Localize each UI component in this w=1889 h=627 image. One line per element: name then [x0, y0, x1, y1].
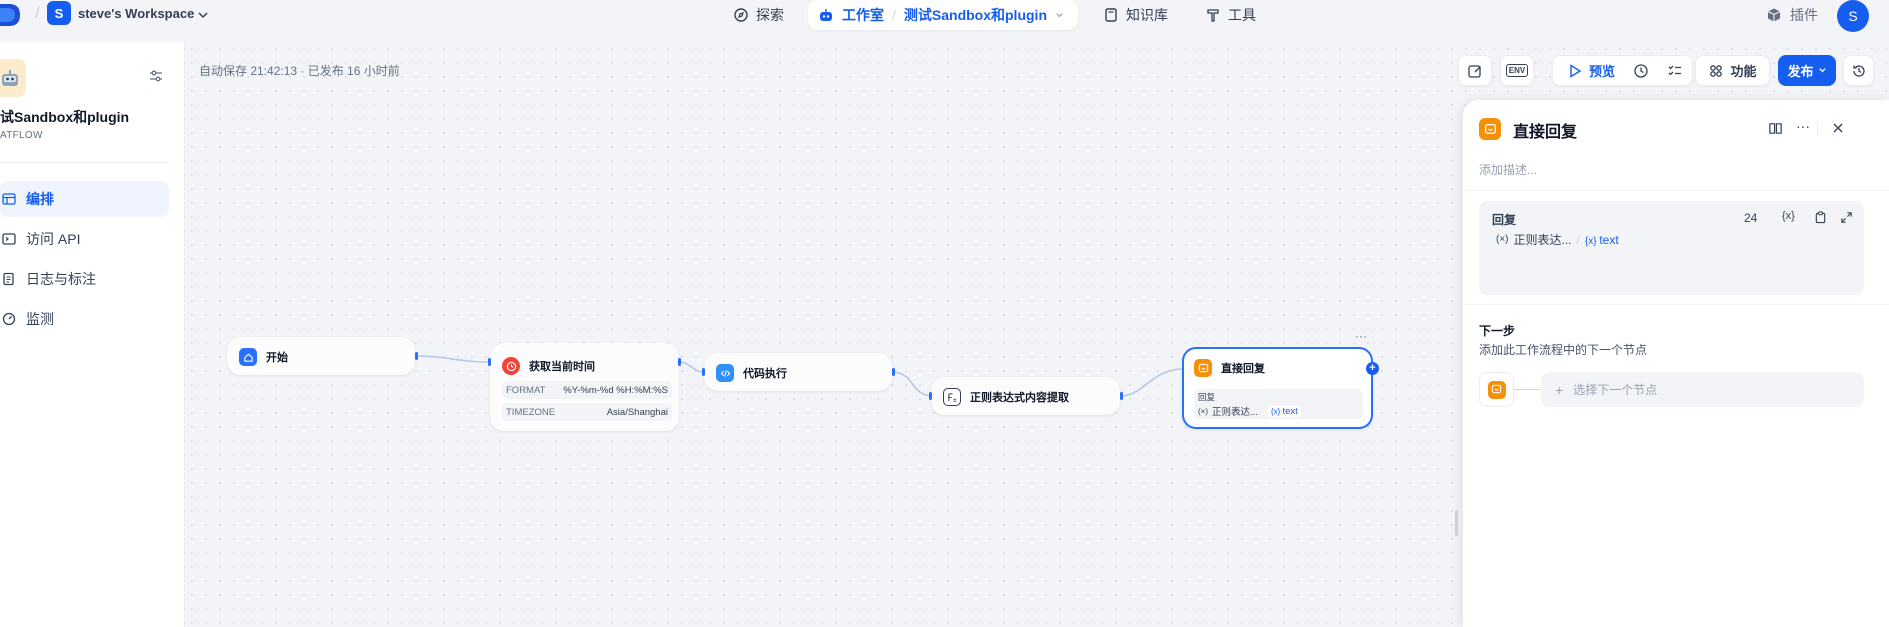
node-header: 开始 — [239, 348, 288, 366]
panel-title[interactable]: 直接回复 — [1513, 118, 1577, 142]
node-input-handle[interactable] — [702, 368, 705, 376]
next-step-title: 下一步 — [1479, 324, 1516, 338]
node-title: 代码执行 — [743, 368, 787, 380]
expand-icon[interactable] — [1840, 211, 1853, 224]
select-next-node-button[interactable]: + 选择下一个节点 — [1541, 372, 1864, 407]
node-header: 获取当前时间 — [502, 357, 595, 375]
edge-start-time — [414, 355, 491, 363]
insert-variable-icon[interactable]: {x} — [1782, 210, 1795, 222]
edge-code-regex — [891, 371, 934, 397]
variable-icon: (×) — [1496, 234, 1509, 245]
variable-node: 正则表达... — [1212, 407, 1258, 418]
more-icon[interactable]: ··· — [1796, 118, 1810, 134]
node-more-icon[interactable]: ··· — [1355, 329, 1367, 343]
close-icon[interactable] — [1831, 121, 1845, 135]
node-output-handle[interactable] — [892, 368, 895, 376]
node-regex-extract[interactable]: 正则表达式内容提取 — [931, 377, 1120, 415]
node-config-panel: 直接回复 ··· 添加描述... 回复 24 {x} (×) 正则表达... /… — [1462, 100, 1889, 627]
reply-variable-chip[interactable]: (×) 正则表达... / {x} text — [1496, 231, 1619, 248]
node-start[interactable]: 开始 — [227, 337, 415, 375]
reply-label: 回复 — [1198, 392, 1216, 402]
node-title: 正则表达式内容提取 — [970, 392, 1069, 404]
node-get-time[interactable]: 获取当前时间 FORMAT %Y-%m-%d %H:%M:%S TIMEZONE… — [490, 343, 679, 431]
separator: / — [1576, 232, 1580, 247]
variable-name: {x} text — [1267, 405, 1301, 417]
panel-resize-handle[interactable] — [1455, 510, 1458, 536]
node-code[interactable]: 代码执行 — [704, 353, 892, 391]
node-title: 获取当前时间 — [529, 361, 595, 373]
clipboard-icon[interactable] — [1814, 211, 1827, 224]
divider — [1817, 122, 1818, 136]
node-title: 直接回复 — [1221, 363, 1265, 375]
reply-label: 回复 — [1492, 213, 1517, 227]
divider — [1463, 190, 1889, 191]
node-output-handle[interactable] — [1120, 392, 1123, 400]
reply-editor[interactable]: 回复 24 {x} (×) 正则表达... / {x} text — [1479, 201, 1864, 295]
param-value: Asia/Shanghai — [606, 406, 668, 418]
message-reply-icon — [1194, 359, 1212, 377]
node-header: 代码执行 — [716, 364, 787, 382]
variable-name-text: text — [1282, 405, 1298, 417]
code-icon — [716, 364, 734, 382]
node-output-handle[interactable] — [415, 352, 418, 360]
message-reply-icon — [1479, 118, 1501, 140]
edge-regex-answer — [1119, 368, 1185, 397]
param-value: %Y-%m-%d %H:%M:%S — [563, 384, 668, 396]
regex-icon — [943, 388, 961, 406]
variable-node: 正则表达... — [1513, 233, 1572, 247]
node-header: 正则表达式内容提取 — [943, 388, 1069, 406]
connector-line — [1514, 389, 1541, 390]
param-key: TIMEZONE — [506, 406, 556, 418]
next-step-description: 添加此工作流程中的下一个节点 — [1479, 343, 1648, 357]
node-input-handle[interactable] — [929, 392, 932, 400]
add-next-node-icon[interactable]: + — [1366, 362, 1379, 375]
description-input[interactable]: 添加描述... — [1479, 161, 1537, 178]
message-reply-icon — [1487, 380, 1506, 399]
divider — [1463, 304, 1889, 305]
variable-icon: (×) — [1198, 406, 1208, 416]
current-node-badge — [1479, 372, 1514, 407]
variable-name: {x} text — [1584, 232, 1619, 247]
node-input-handle[interactable] — [488, 358, 491, 366]
param-timezone: TIMEZONE Asia/Shanghai — [502, 403, 672, 421]
edge-time-code — [678, 361, 705, 373]
reply-char-count: 24 — [1744, 211, 1758, 225]
node-reply-preview: 回复 (×) 正则表达... {x} text — [1194, 389, 1363, 419]
node-header: 直接回复 — [1194, 359, 1265, 377]
variable-name-text: text — [1599, 232, 1619, 247]
node-answer[interactable]: 直接回复 回复 (×) 正则表达... {x} text — [1182, 347, 1373, 429]
home-icon — [239, 348, 257, 366]
book-open-icon[interactable] — [1768, 121, 1783, 136]
plus-icon: + — [1555, 381, 1564, 398]
reply-variable: (×) 正则表达... {x} text — [1198, 404, 1359, 418]
clock-icon — [502, 357, 520, 375]
param-key: FORMAT — [506, 384, 546, 396]
select-next-node-label: 选择下一个节点 — [1573, 383, 1658, 397]
node-title: 开始 — [266, 352, 288, 364]
node-output-handle[interactable] — [678, 358, 681, 366]
param-format: FORMAT %Y-%m-%d %H:%M:%S — [502, 381, 672, 399]
